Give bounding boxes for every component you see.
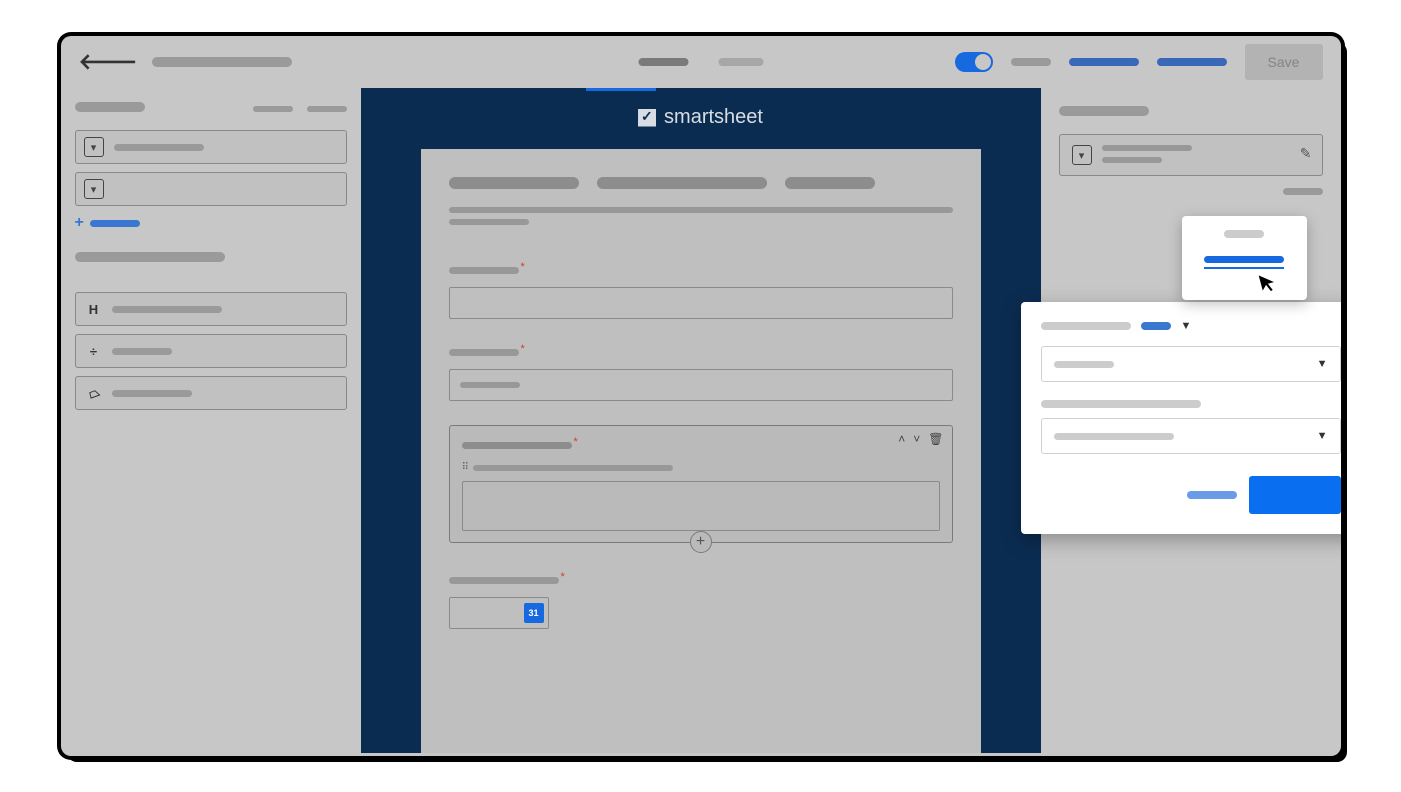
cancel-button[interactable]	[1187, 491, 1237, 499]
logic-section-title	[1059, 106, 1149, 116]
element-attachment[interactable]: ⏢	[75, 376, 347, 410]
topbar: 🡐 Save	[61, 36, 1341, 88]
chevron-down-icon: ▼	[1317, 430, 1328, 442]
form-description	[449, 207, 953, 213]
field-item[interactable]: ▾	[75, 172, 347, 206]
save-button[interactable]: Save	[1245, 44, 1323, 80]
logic-tab-popover	[1182, 216, 1307, 300]
drag-handle-icon[interactable]: ⠿	[462, 462, 467, 473]
element-label	[112, 390, 192, 397]
delete-icon[interactable]: 🗑	[928, 432, 943, 446]
toggle-switch[interactable]	[955, 52, 993, 72]
dropdown-icon: ▾	[1072, 145, 1092, 165]
back-button[interactable]: 🡐	[79, 49, 138, 75]
tab-underline	[586, 88, 656, 91]
sublink-1[interactable]	[253, 106, 293, 112]
divider-icon: ÷	[86, 344, 102, 359]
calendar-icon: 31	[524, 603, 544, 623]
check-icon	[638, 109, 656, 127]
form-field[interactable]: *	[449, 261, 953, 319]
element-divider[interactable]: ÷	[75, 334, 347, 368]
edit-icon[interactable]: ✎	[1300, 145, 1312, 162]
field-label	[449, 577, 559, 584]
form-title-part	[785, 177, 875, 189]
condition-label	[1041, 322, 1131, 330]
move-up-icon[interactable]: ˄	[898, 432, 905, 446]
field-label	[449, 267, 519, 274]
field-item[interactable]: ▾	[75, 130, 347, 164]
selected-form-field[interactable]: ˄ ˅ 🗑 * ⠿ +	[449, 425, 953, 543]
form-title-part	[597, 177, 767, 189]
dropdown-icon: ▾	[84, 179, 104, 199]
text-input[interactable]	[449, 287, 953, 319]
tab-settings[interactable]	[718, 58, 763, 66]
form-title-part	[449, 177, 579, 189]
element-heading[interactable]: H	[75, 292, 347, 326]
attachment-icon: ⏢	[83, 383, 104, 404]
logic-config-popover: ▼ ▼ ▼	[1021, 302, 1341, 534]
element-label	[112, 306, 222, 313]
add-rule-link[interactable]	[1283, 188, 1323, 195]
text-input[interactable]	[449, 369, 953, 401]
sublink-2[interactable]	[307, 106, 347, 112]
chevron-down-icon: ▼	[1317, 358, 1328, 370]
section-title-elements	[75, 252, 225, 262]
share-link[interactable]	[1069, 58, 1139, 66]
form-field[interactable]: *	[449, 343, 953, 401]
form-description	[449, 219, 529, 225]
add-label	[90, 220, 140, 227]
plus-icon: +	[75, 214, 84, 232]
add-element-button[interactable]: +	[690, 531, 712, 553]
action-select[interactable]: ▼	[1041, 418, 1341, 454]
chevron-down-icon[interactable]: ▼	[1181, 320, 1192, 332]
form-field-date[interactable]: * 31	[449, 571, 953, 629]
tab-build[interactable]	[638, 58, 688, 66]
rule-condition-text	[1102, 157, 1162, 163]
left-panel: ▾ ▾ + H ÷ ⏢	[61, 88, 361, 753]
confirm-button[interactable]	[1249, 476, 1341, 514]
page-title	[152, 57, 292, 67]
rule-condition-text	[1102, 145, 1192, 151]
element-label	[112, 348, 172, 355]
dropdown-icon: ▾	[84, 137, 104, 157]
logic-rule-card[interactable]: ▾ ✎	[1059, 134, 1323, 176]
brand-logo: smartsheet	[638, 106, 763, 129]
form-preview-panel: smartsheet * *	[361, 88, 1041, 753]
heading-icon: H	[86, 302, 102, 317]
move-down-icon[interactable]: ˅	[913, 432, 920, 446]
tab-active[interactable]	[1204, 256, 1284, 263]
condition-value[interactable]	[1141, 322, 1171, 330]
form-canvas: * * ˄ ˅ 🗑 * ⠿	[421, 149, 981, 753]
preview-link[interactable]	[1157, 58, 1227, 66]
textarea-input[interactable]	[462, 481, 940, 531]
action-label	[1041, 400, 1201, 408]
condition-select[interactable]: ▼	[1041, 346, 1341, 382]
field-label	[449, 349, 519, 356]
toggle-label	[1011, 58, 1051, 66]
date-input[interactable]: 31	[449, 597, 549, 629]
field-label	[462, 442, 572, 449]
add-field-link[interactable]: +	[75, 214, 347, 232]
app-window: 🡐 Save ▾ ▾	[61, 36, 1341, 756]
tab-inactive[interactable]	[1224, 230, 1264, 238]
help-text	[473, 465, 673, 471]
tab-group	[638, 58, 763, 66]
field-label	[114, 144, 204, 151]
